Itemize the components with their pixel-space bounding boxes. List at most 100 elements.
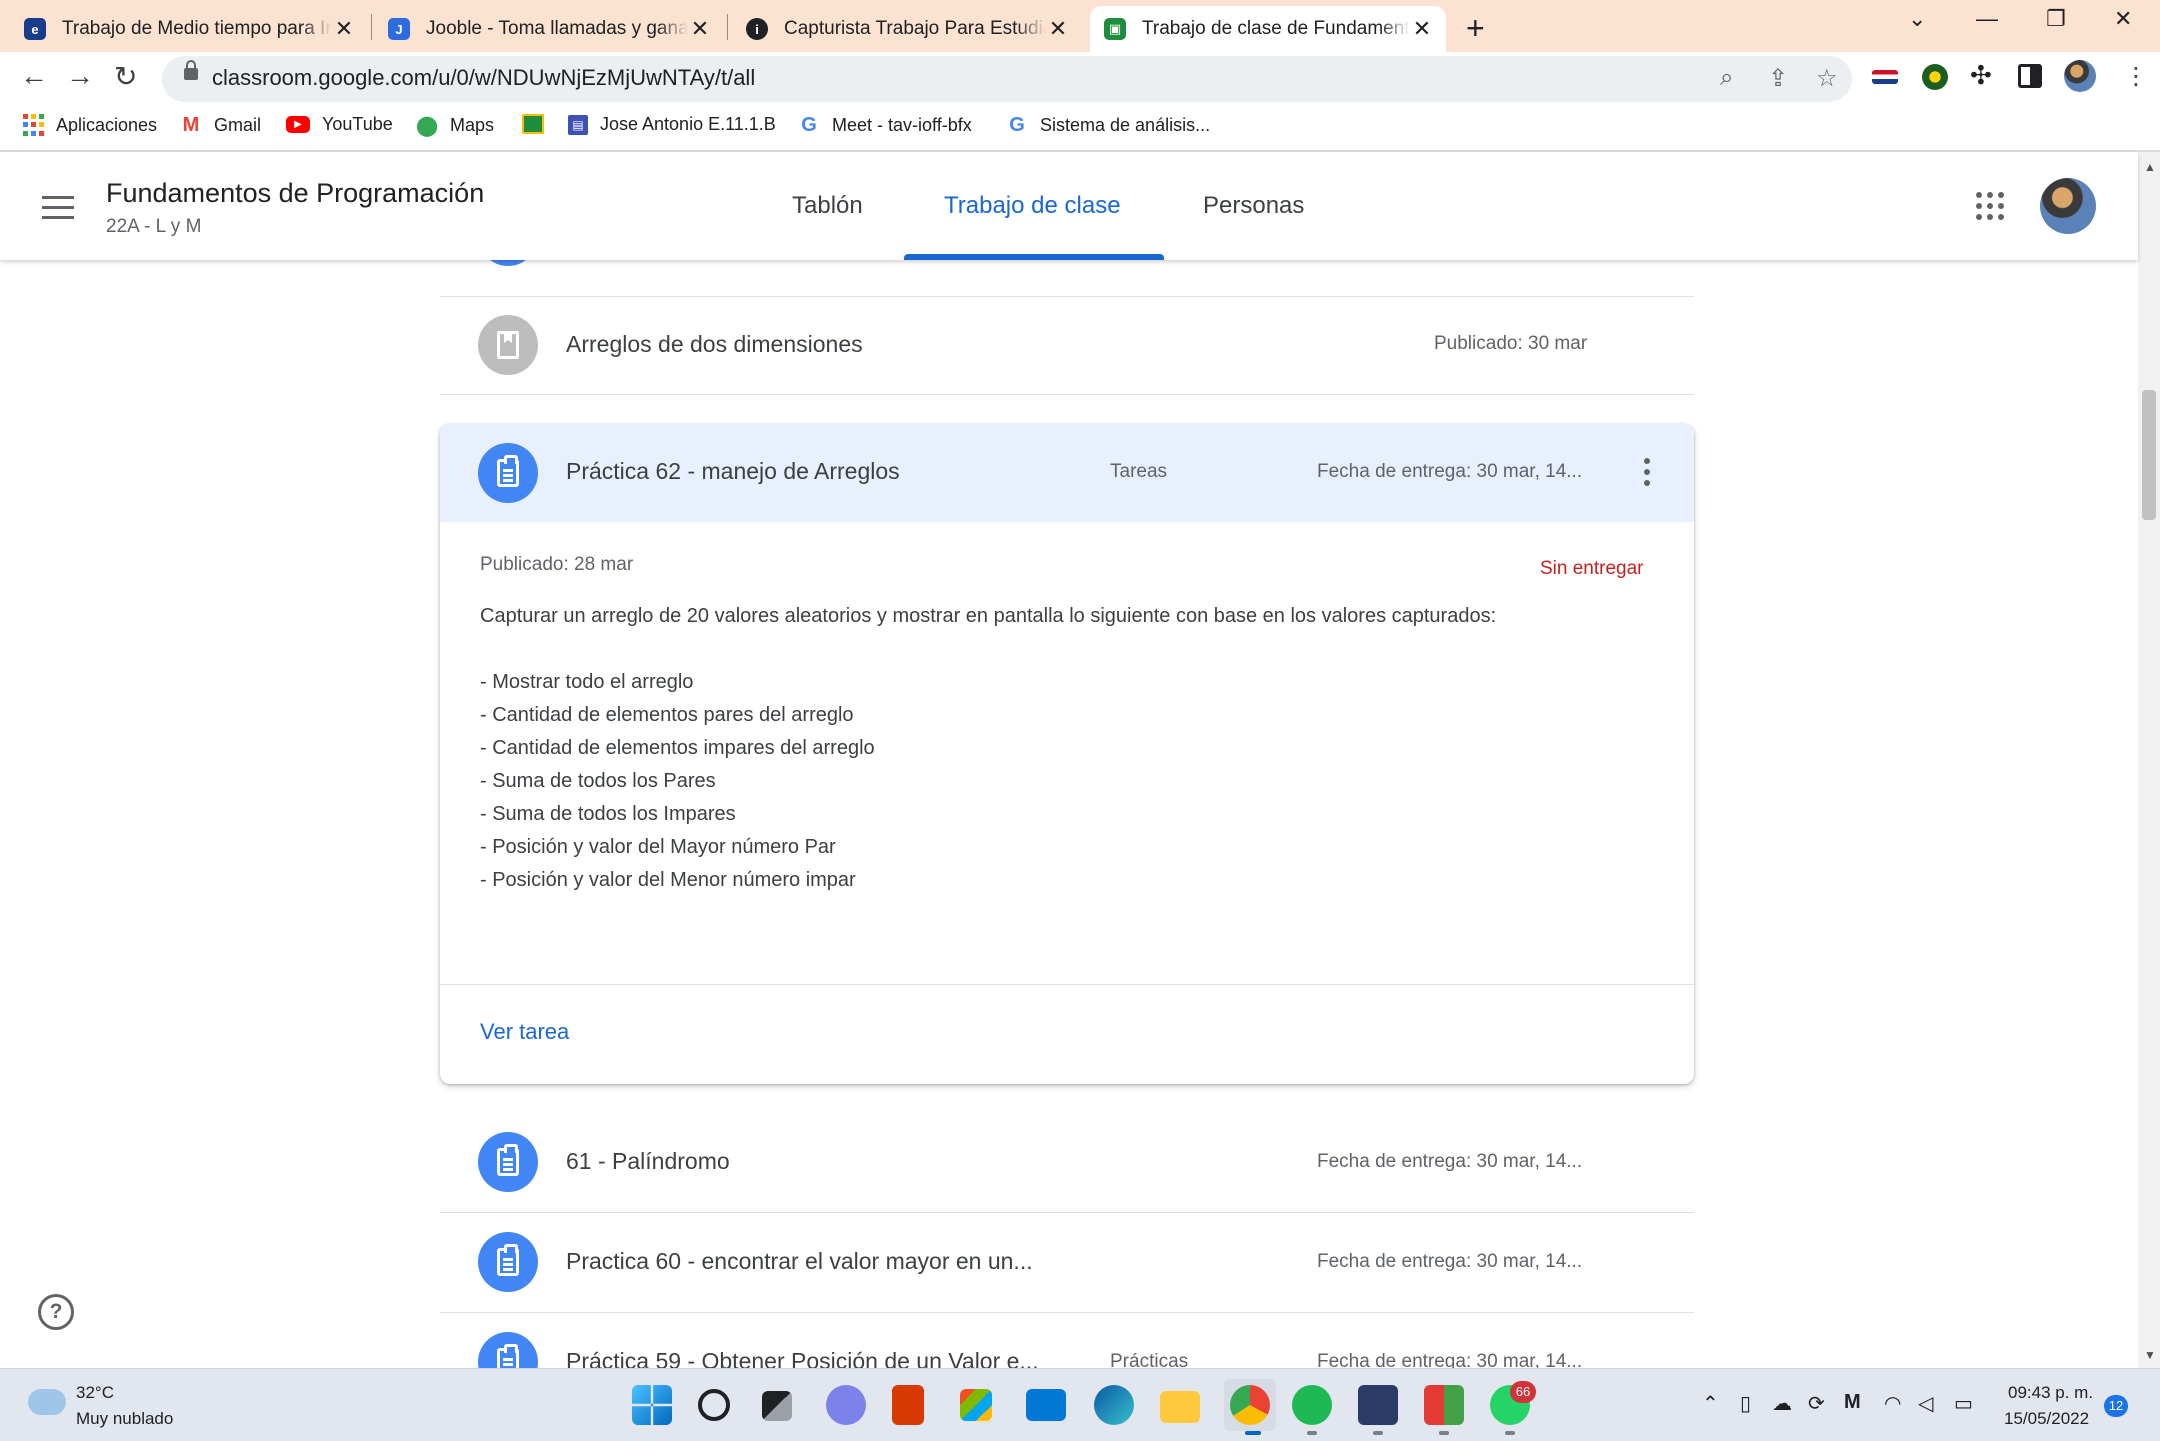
item-title: 61 - Palíndromo bbox=[566, 1148, 730, 1174]
help-icon[interactable]: ? bbox=[38, 1294, 74, 1330]
bookmark-maps[interactable]: ⬤ Maps bbox=[416, 114, 494, 137]
course-title[interactable]: Fundamentos de Programación bbox=[106, 178, 484, 209]
lock-icon bbox=[184, 60, 198, 80]
assignment-icon bbox=[478, 260, 538, 266]
bookmark-apps[interactable]: Aplicaciones bbox=[22, 114, 157, 136]
tab-divider bbox=[371, 14, 372, 40]
store-icon[interactable] bbox=[960, 1389, 992, 1421]
mail-icon[interactable] bbox=[1026, 1389, 1066, 1421]
windows-start-icon[interactable] bbox=[632, 1385, 672, 1425]
tab-personas[interactable]: Personas bbox=[1203, 192, 1304, 220]
bookmark-sistema[interactable]: G Sistema de análisis... bbox=[1006, 114, 1210, 136]
restore-icon[interactable]: ❐ bbox=[2046, 6, 2066, 32]
tab-tablon[interactable]: Tablón bbox=[792, 192, 863, 220]
browser-tab-active[interactable]: ▣ Trabajo de clase de Fundamentos ✕ bbox=[1090, 6, 1446, 52]
more-options-icon[interactable] bbox=[1644, 458, 1650, 491]
running-indicator bbox=[1245, 1431, 1261, 1435]
url-text[interactable]: classroom.google.com/u/0/w/NDUwNjEzMjUwN… bbox=[212, 65, 755, 91]
item-due-date: Fecha de entrega: 30 mar, 14... bbox=[1317, 1351, 1583, 1368]
office-icon[interactable] bbox=[892, 1385, 924, 1425]
assignment-clipboard-icon bbox=[478, 443, 538, 503]
new-tab-icon[interactable]: + bbox=[1466, 10, 1485, 47]
assignment-header[interactable]: Práctica 62 - manejo de Arreglos Tareas … bbox=[440, 424, 1694, 522]
assignment-clipboard-icon bbox=[478, 1332, 538, 1368]
close-tab-icon[interactable]: ✕ bbox=[1410, 16, 1434, 42]
ime-icon[interactable]: M bbox=[1844, 1391, 1861, 1414]
close-tab-icon[interactable]: ✕ bbox=[1046, 16, 1070, 42]
forward-arrow-icon[interactable]: → bbox=[66, 60, 94, 92]
address-bar[interactable]: classroom.google.com/u/0/w/NDUwNjEzMjUwN… bbox=[162, 56, 1852, 102]
list-item-material[interactable]: Arreglos de dos dimensiones Publicado: 3… bbox=[440, 296, 1694, 395]
tray-chevron-up-icon[interactable]: ⌃ bbox=[1702, 1391, 1719, 1416]
youtube-icon: ▶ bbox=[286, 116, 310, 133]
tab-trabajo-de-clase[interactable]: Trabajo de clase bbox=[944, 192, 1121, 220]
view-assignment-link[interactable]: Ver tarea bbox=[480, 1019, 569, 1045]
list-item[interactable]: Práctica 59 - Obtener Posición de un Val… bbox=[440, 1312, 1694, 1368]
chrome-menu-icon[interactable]: ⋮ bbox=[2124, 62, 2148, 91]
task-view-icon[interactable] bbox=[762, 1391, 792, 1421]
flag-extension-icon[interactable] bbox=[1872, 70, 1898, 84]
clock-date[interactable]: 15/05/2022 bbox=[2004, 1409, 2089, 1429]
bookmark-forms[interactable]: ▤ Jose Antonio E.11.1.B bbox=[568, 114, 776, 135]
browser-tab[interactable]: J Jooble - Toma llamadas y gana d ✕ bbox=[388, 6, 724, 52]
weather-cloud-icon[interactable] bbox=[28, 1383, 66, 1415]
whatsapp-unread-badge: 66 bbox=[1510, 1381, 1536, 1403]
indeed-favicon-icon: i bbox=[746, 18, 768, 40]
bookmark-meet[interactable]: G Meet - tav-ioff-bfx bbox=[798, 114, 972, 136]
close-window-icon[interactable]: ✕ bbox=[2114, 6, 2132, 32]
classroom-bookmark-icon bbox=[522, 114, 544, 134]
bookmark-star-icon[interactable]: ☆ bbox=[1816, 64, 1838, 93]
minimize-icon[interactable]: — bbox=[1976, 6, 1998, 32]
battery-icon[interactable]: ▭ bbox=[1954, 1391, 1973, 1416]
extension-icon[interactable] bbox=[1922, 64, 1948, 90]
clock-time[interactable]: 09:43 p. m. bbox=[2008, 1383, 2093, 1403]
submission-status: Sin entregar bbox=[1540, 558, 1644, 579]
side-panel-icon[interactable] bbox=[2018, 64, 2042, 88]
browser-tab[interactable]: e Trabajo de Medio tiempo para Ing ✕ bbox=[24, 6, 368, 52]
winrar-icon[interactable] bbox=[1424, 1385, 1464, 1425]
onedrive-cloud-icon[interactable]: ☁ bbox=[1772, 1391, 1792, 1416]
bookmark-gmail[interactable]: M Gmail bbox=[180, 114, 261, 136]
volume-icon[interactable]: ◁ bbox=[1918, 1391, 1933, 1416]
tab-search-chevron-icon[interactable]: ⌄ bbox=[1908, 6, 1926, 32]
scrollbar-thumb[interactable] bbox=[2142, 390, 2156, 520]
spotify-icon[interactable] bbox=[1292, 1385, 1332, 1425]
edge-icon[interactable] bbox=[1094, 1385, 1134, 1425]
sync-icon[interactable]: ⟳ bbox=[1808, 1391, 1825, 1416]
scroll-up-arrow-icon[interactable]: ▲ bbox=[2144, 160, 2156, 174]
course-section: 22A - L y M bbox=[106, 216, 202, 237]
weather-temperature[interactable]: 32°C bbox=[76, 1383, 114, 1403]
browser-toolbar: ← → ↻ classroom.google.com/u/0/w/NDUwNjE… bbox=[0, 52, 2160, 102]
bookmark-youtube[interactable]: ▶ YouTube bbox=[286, 114, 393, 135]
item-title: Práctica 59 - Obtener Posición de un Val… bbox=[566, 1348, 1039, 1368]
list-item[interactable]: 61 - Palíndromo Fecha de entrega: 30 mar… bbox=[440, 1112, 1694, 1213]
reload-icon[interactable]: ↻ bbox=[114, 60, 137, 93]
page-scrollbar[interactable]: ▲ ▼ bbox=[2138, 152, 2160, 1368]
devcpp-icon[interactable] bbox=[1358, 1385, 1398, 1425]
teams-chat-icon[interactable] bbox=[826, 1385, 866, 1425]
scroll-down-arrow-icon[interactable]: ▼ bbox=[2144, 1348, 2156, 1362]
account-avatar[interactable] bbox=[2040, 178, 2096, 234]
search-icon[interactable] bbox=[698, 1389, 730, 1421]
google-apps-icon[interactable] bbox=[1976, 192, 2004, 220]
puzzle-extensions-icon[interactable]: ✣ bbox=[1970, 62, 1996, 88]
share-icon[interactable]: ⇪ bbox=[1768, 64, 1788, 93]
zoom-icon[interactable]: ⌕ bbox=[1720, 64, 1733, 92]
list-item[interactable] bbox=[440, 260, 1694, 297]
browser-tab[interactable]: i Capturista Trabajo Para Estudiant ✕ bbox=[746, 6, 1082, 52]
close-tab-icon[interactable]: ✕ bbox=[332, 16, 356, 42]
back-arrow-icon[interactable]: ← bbox=[20, 60, 48, 92]
usb-icon[interactable]: ▯ bbox=[1740, 1391, 1751, 1416]
file-explorer-icon[interactable] bbox=[1160, 1391, 1200, 1423]
notification-count-badge[interactable]: 12 bbox=[2104, 1395, 2128, 1417]
list-item[interactable]: Practica 60 - encontrar el valor mayor e… bbox=[440, 1212, 1694, 1313]
bookmark-classroom[interactable] bbox=[522, 114, 556, 134]
main-menu-icon[interactable] bbox=[42, 196, 74, 220]
classwork-list: Arreglos de dos dimensiones Publicado: 3… bbox=[0, 260, 2138, 1368]
assignment-title: Práctica 62 - manejo de Arreglos bbox=[566, 458, 900, 484]
close-tab-icon[interactable]: ✕ bbox=[688, 16, 712, 42]
profile-avatar-icon[interactable] bbox=[2064, 60, 2096, 92]
wifi-icon[interactable]: ◠ bbox=[1884, 1391, 1901, 1416]
weather-description[interactable]: Muy nublado bbox=[76, 1409, 173, 1429]
chrome-icon[interactable] bbox=[1230, 1385, 1270, 1425]
